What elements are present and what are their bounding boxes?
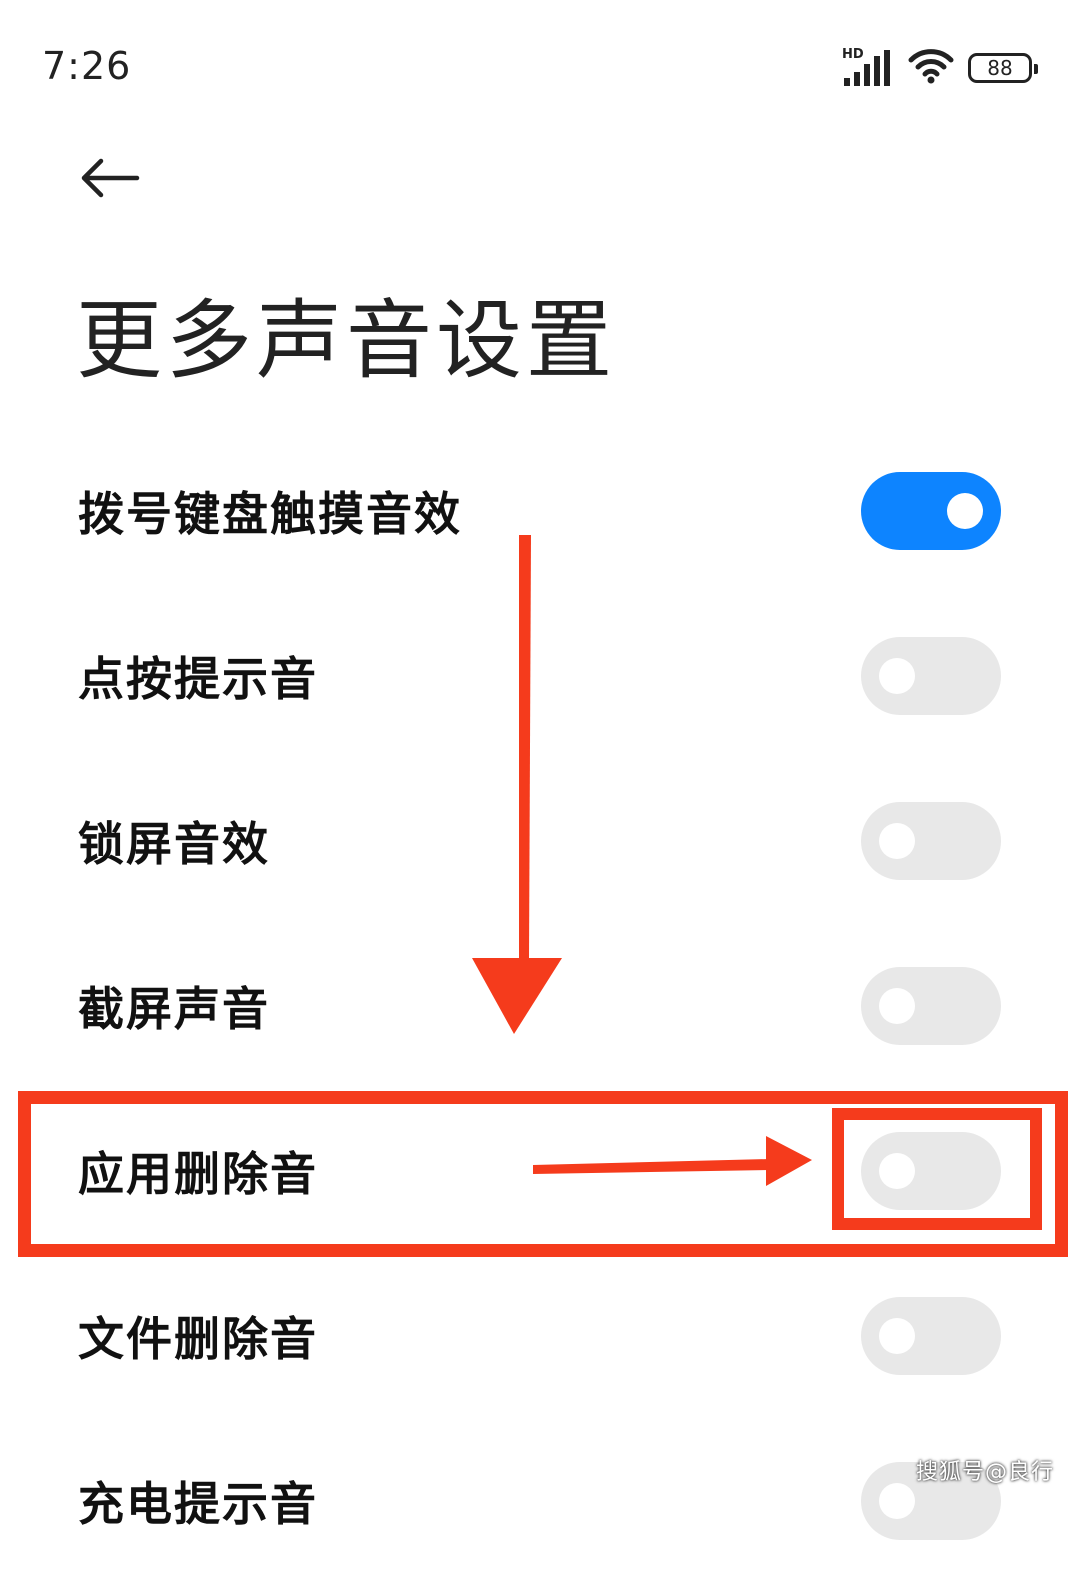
setting-row-app-uninstall-sound: 应用删除音: [0, 1088, 1080, 1253]
setting-row-screenshot-sound: 截屏声音: [0, 923, 1080, 1088]
toggle-knob: [879, 1152, 915, 1189]
status-bar: 7:26 HD 88: [0, 0, 1080, 130]
toggle-knob: [879, 822, 915, 859]
battery-icon: 88: [968, 53, 1038, 83]
toggle-switch[interactable]: [861, 1296, 1001, 1375]
setting-label: 应用删除音: [78, 1146, 318, 1201]
toggle-switch[interactable]: [861, 471, 1001, 550]
toggle-switch[interactable]: [861, 1131, 1001, 1210]
settings-list: 拨号键盘触摸音效 点按提示音 锁屏音效 截屏声音 应用删除音 文件删除音 充电提…: [0, 428, 1080, 1583]
setting-row-dialpad-touch-sound: 拨号键盘触摸音效: [0, 428, 1080, 593]
setting-row-charging-sound: 充电提示音: [0, 1418, 1080, 1583]
toggle-knob: [879, 1482, 915, 1519]
status-time: 7:26: [42, 44, 132, 88]
watermark: 搜狐号@良行: [915, 1460, 1054, 1485]
setting-label: 点按提示音: [78, 651, 318, 706]
toggle-knob: [879, 987, 915, 1024]
toggle-knob: [879, 1317, 915, 1354]
status-icons: HD 88: [842, 46, 1038, 90]
setting-label: 文件删除音: [78, 1311, 318, 1366]
setting-row-file-delete-sound: 文件删除音: [0, 1253, 1080, 1418]
toggle-knob: [947, 492, 983, 529]
cellular-signal-icon: HD: [842, 48, 894, 88]
toggle-switch[interactable]: [861, 636, 1001, 715]
arrow-left-icon: [81, 158, 140, 198]
toggle-switch[interactable]: [861, 966, 1001, 1045]
battery-level: 88: [987, 56, 1013, 80]
back-button[interactable]: [72, 148, 148, 208]
setting-row-tap-sound: 点按提示音: [0, 593, 1080, 758]
setting-label: 拨号键盘触摸音效: [78, 486, 462, 541]
toggle-switch[interactable]: [861, 801, 1001, 880]
setting-row-lock-screen-sound: 锁屏音效: [0, 758, 1080, 923]
wifi-icon: [908, 48, 954, 88]
setting-label: 充电提示音: [78, 1476, 318, 1531]
toggle-knob: [879, 657, 915, 694]
setting-label: 锁屏音效: [78, 816, 270, 871]
setting-label: 截屏声音: [78, 981, 270, 1036]
page-title: 更多声音设置: [76, 291, 616, 391]
